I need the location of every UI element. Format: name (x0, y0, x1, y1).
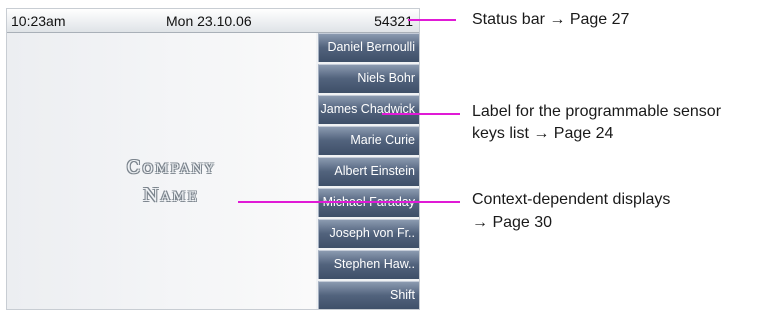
callout-context-line1: Context-dependent displays (472, 191, 671, 208)
context-display-area: Company Name (7, 33, 316, 309)
status-time: 10:23am (11, 13, 66, 29)
company-logo-line1: Company (126, 157, 216, 178)
status-number: 54321 (374, 13, 413, 29)
callout-line-context (238, 201, 460, 203)
sensor-key-5[interactable]: Albert Einstein (318, 157, 419, 186)
status-date: Mon 23.10.06 (166, 13, 252, 29)
company-logo: Company Name (91, 154, 251, 210)
sensor-key-7[interactable]: Joseph von Fr.. (318, 219, 419, 248)
callout-context-line2: → Page 30 (472, 214, 553, 231)
phone-display: 10:23am Mon 23.10.06 54321 Company Name … (6, 8, 420, 310)
sensor-key-1[interactable]: Daniel Bernoulli (318, 33, 419, 62)
callout-sensor-keys-line2: keys list → Page 24 (472, 125, 614, 142)
sensor-key-4[interactable]: Marie Curie (318, 126, 419, 155)
status-bar: 10:23am Mon 23.10.06 54321 (7, 9, 419, 33)
sensor-key-3[interactable]: James Chadwick (318, 95, 419, 124)
callout-line-sensor-keys (382, 113, 460, 115)
sensor-key-shift[interactable]: Shift (318, 281, 419, 309)
sensor-keys-list: Daniel Bernoulli Niels Bohr James Chadwi… (316, 33, 419, 309)
sensor-key-8[interactable]: Stephen Haw.. (318, 250, 419, 279)
sensor-key-2[interactable]: Niels Bohr (318, 64, 419, 93)
callout-status-bar: Status bar → Page 27 (472, 11, 630, 28)
company-logo-line2: Name (143, 185, 199, 206)
callout-sensor-keys-line1: Label for the programmable sensor (472, 103, 722, 120)
callout-line-status-bar (408, 19, 456, 21)
